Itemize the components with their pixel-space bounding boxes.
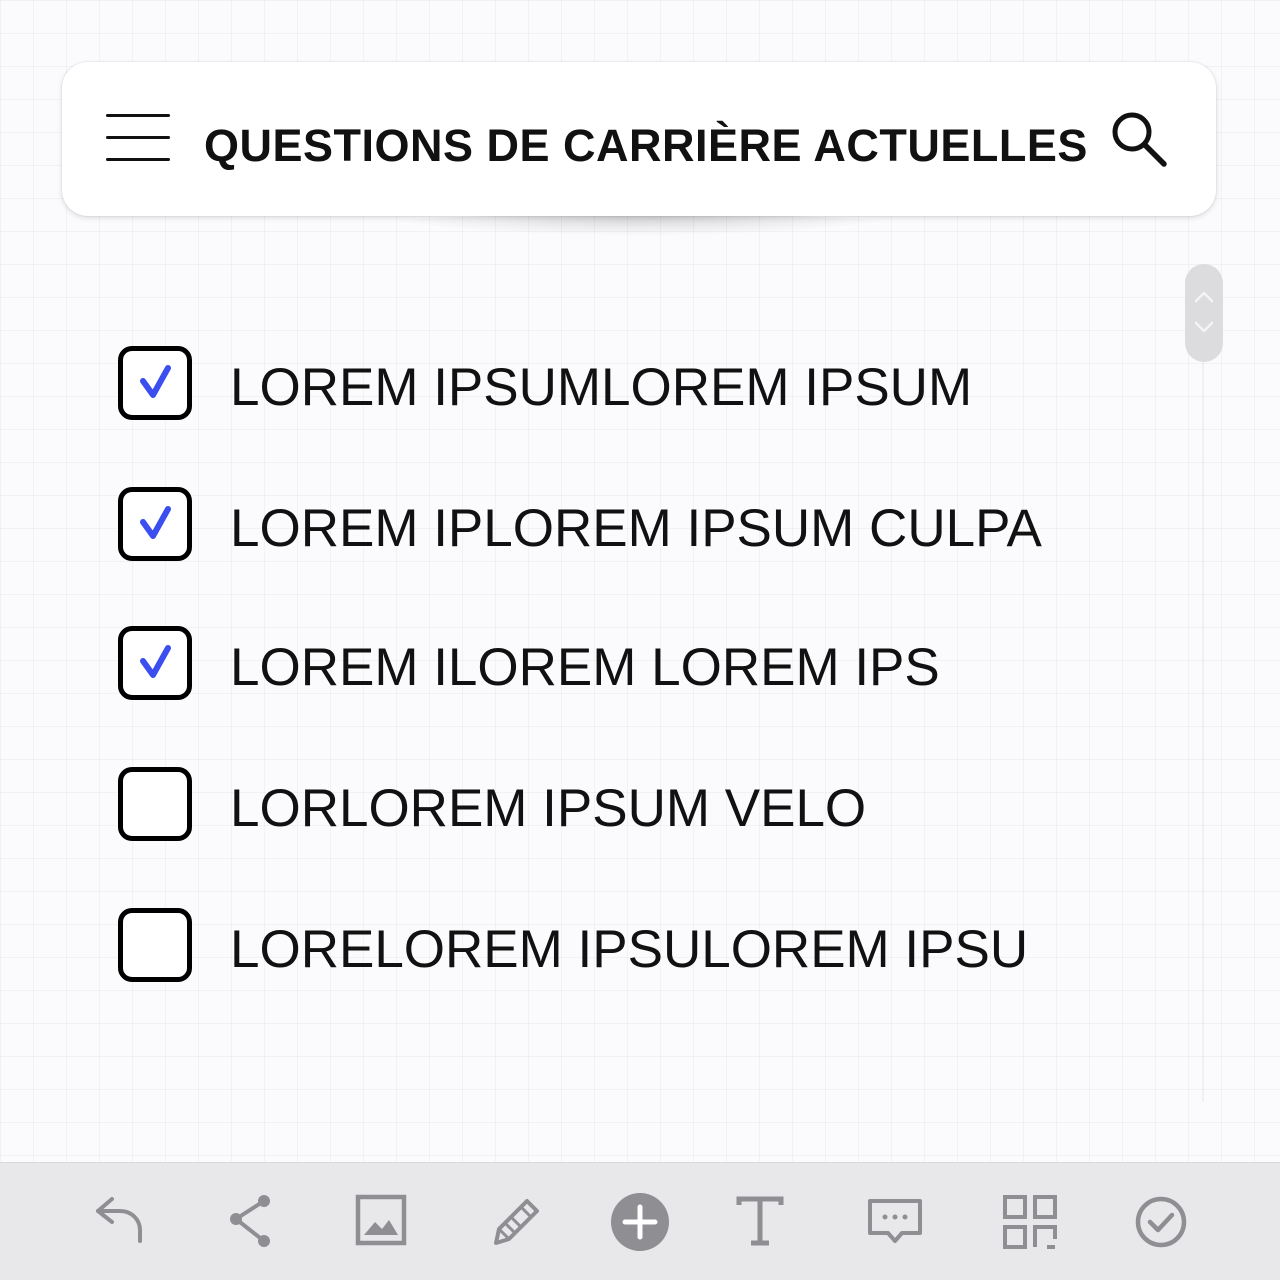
checkbox-unchecked[interactable] <box>118 908 192 982</box>
checkbox-checked[interactable] <box>118 487 192 561</box>
add-icon[interactable] <box>607 1189 673 1255</box>
comment-icon[interactable] <box>862 1189 928 1255</box>
pencil-icon[interactable] <box>482 1189 548 1255</box>
page-title: QUESTIONS DE CARRIÈRE ACTUELLES <box>204 120 1088 171</box>
list-item-label: LORLOREM IPSUM VELO <box>230 779 867 838</box>
checkbox-checked[interactable] <box>118 626 192 700</box>
hamburger-menu-icon[interactable] <box>106 112 172 164</box>
checkmark-icon <box>140 645 171 678</box>
image-icon[interactable] <box>348 1189 414 1255</box>
checkbox-checked[interactable] <box>118 346 192 420</box>
list-item-label: LOREM IPLOREM IPSUM CULPA <box>230 499 1042 558</box>
share-icon[interactable] <box>217 1189 283 1255</box>
list-item-label: LORELOREM IPSULOREM IPSU <box>230 920 1029 979</box>
list-item[interactable]: LOREM IPLOREM IPSUM CULPA <box>118 487 1118 561</box>
list-item-label: LOREM ILOREM LOREM IPS <box>230 638 940 697</box>
undo-icon[interactable] <box>86 1189 152 1255</box>
scrollbar-thumb[interactable] <box>1185 264 1223 362</box>
check-circle-icon[interactable] <box>1128 1189 1194 1255</box>
list-item[interactable]: LOREM IPSUMLOREM IPSUM <box>118 346 1118 420</box>
checkbox-unchecked[interactable] <box>118 767 192 841</box>
checkmark-icon <box>140 506 171 539</box>
checkmark-icon <box>140 365 171 398</box>
bottom-toolbar <box>0 1162 1280 1280</box>
header-bar: QUESTIONS DE CARRIÈRE ACTUELLES <box>62 62 1216 216</box>
list-item[interactable]: LORELOREM IPSULOREM IPSU <box>118 908 1118 982</box>
header-shadow <box>380 214 900 236</box>
scroll-track <box>1202 362 1204 1102</box>
list-item-label: LOREM IPSUMLOREM IPSUM <box>230 358 973 417</box>
grid-icon[interactable] <box>997 1189 1063 1255</box>
text-icon[interactable] <box>727 1189 793 1255</box>
search-icon[interactable] <box>1108 108 1170 170</box>
list-item[interactable]: LORLOREM IPSUM VELO <box>118 767 1118 841</box>
list-item[interactable]: LOREM ILOREM LOREM IPS <box>118 626 1118 700</box>
